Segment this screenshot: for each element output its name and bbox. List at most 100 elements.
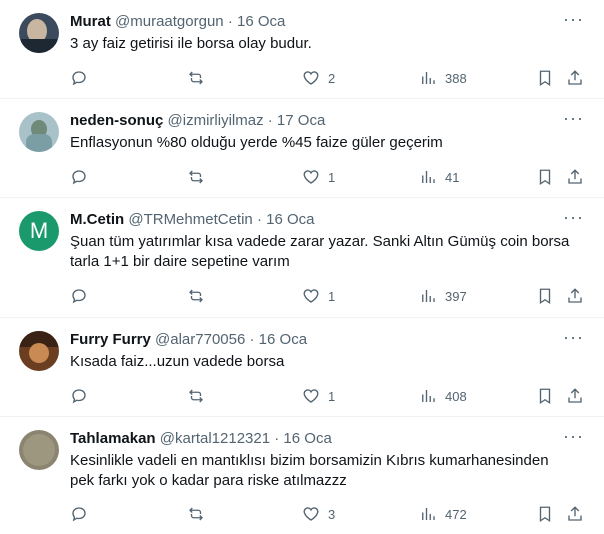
tweet-header: neden-sonuç @izmirliyilmaz · 17 Oca — [70, 111, 325, 131]
tweet-text: Şuan tüm yatırımlar kısa vadede zarar ya… — [70, 233, 570, 270]
reply-icon — [72, 389, 86, 404]
display-name[interactable]: Murat — [70, 13, 111, 30]
separator-dot: · — [274, 430, 280, 447]
bookmark-button[interactable] — [536, 286, 554, 306]
heart-icon — [303, 71, 319, 85]
view-count: 388 — [445, 70, 467, 86]
like-button[interactable]: 1 — [302, 286, 335, 306]
tweet-date[interactable]: 17 Oca — [277, 112, 325, 129]
user-handle[interactable]: @alar770056 — [155, 331, 245, 348]
tweet-item[interactable]: Tahlamakan @kartal1212321 · 16 Oca ··· K… — [0, 417, 604, 534]
tweet-date[interactable]: 16 Oca — [266, 211, 314, 228]
view-count: 397 — [445, 288, 467, 304]
reply-button[interactable] — [70, 386, 88, 406]
reply-button[interactable] — [70, 68, 88, 88]
tweet-item[interactable]: M M.Cetin @TRMehmetCetin · 16 Oca ··· Şu… — [0, 198, 604, 318]
views-button[interactable]: 388 — [419, 68, 467, 88]
display-name[interactable]: M.Cetin — [70, 211, 124, 228]
heart-icon — [303, 170, 319, 184]
like-count: 3 — [328, 506, 336, 522]
view-count: 472 — [445, 506, 467, 522]
user-handle[interactable]: @izmirliyilmaz — [168, 112, 264, 129]
tweet-actions: 1 408 — [70, 386, 590, 406]
tweet-item[interactable]: Furry Furry @alar770056 · 16 Oca ··· Kıs… — [0, 318, 604, 417]
like-count: 2 — [328, 70, 336, 86]
display-name[interactable]: Furry Furry — [70, 331, 151, 348]
tweet-header: Tahlamakan @kartal1212321 · 16 Oca — [70, 429, 332, 449]
user-handle[interactable]: @TRMehmetCetin — [128, 211, 252, 228]
share-button[interactable] — [566, 504, 584, 524]
reply-icon — [72, 289, 86, 304]
bookmark-icon — [539, 70, 551, 87]
bookmark-button[interactable] — [536, 68, 554, 88]
avatar[interactable] — [19, 430, 59, 470]
retweet-icon — [189, 170, 203, 184]
bookmark-button[interactable] — [536, 504, 554, 524]
retweet-button[interactable] — [187, 504, 205, 524]
share-button[interactable] — [566, 286, 584, 306]
separator-dot: · — [256, 211, 262, 228]
tweet-header: Furry Furry @alar770056 · 16 Oca — [70, 330, 307, 350]
like-button[interactable]: 3 — [302, 504, 335, 524]
display-name[interactable]: Tahlamakan — [70, 430, 156, 447]
analytics-icon — [422, 171, 435, 183]
display-name[interactable]: neden-sonuç — [70, 112, 163, 129]
retweet-button[interactable] — [187, 167, 205, 187]
user-handle[interactable]: @kartal1212321 — [160, 430, 270, 447]
retweet-button[interactable] — [187, 286, 205, 306]
tweet-actions: 1 397 — [70, 286, 590, 306]
avatar[interactable] — [19, 331, 59, 371]
tweet-date[interactable]: 16 Oca — [259, 331, 307, 348]
more-options-icon[interactable]: ··· — [563, 427, 584, 445]
tweet-text: 3 ay faiz getirisi ile borsa olay budur. — [70, 35, 312, 52]
tweet-text: Kısada faiz...uzun vadede borsa — [70, 353, 285, 370]
like-button[interactable]: 1 — [302, 167, 335, 187]
heart-icon — [303, 389, 319, 403]
retweet-icon — [189, 71, 203, 85]
tweet-date[interactable]: 16 Oca — [237, 13, 285, 30]
like-count: 1 — [328, 388, 336, 404]
bookmark-icon — [539, 288, 551, 305]
bookmark-icon — [539, 169, 551, 186]
share-button[interactable] — [566, 167, 584, 187]
analytics-icon — [422, 72, 435, 84]
bookmark-button[interactable] — [536, 167, 554, 187]
tweet-actions: 2 388 — [70, 68, 590, 88]
more-options-icon[interactable]: ··· — [563, 109, 584, 127]
reply-button[interactable] — [70, 167, 88, 187]
share-button[interactable] — [566, 68, 584, 88]
avatar[interactable]: M — [19, 211, 59, 251]
separator-dot: · — [249, 331, 255, 348]
more-options-icon[interactable]: ··· — [563, 328, 584, 346]
share-button[interactable] — [566, 386, 584, 406]
tweet-text: Enflasyonun %80 olduğu yerde %45 faize g… — [70, 134, 443, 151]
share-icon — [568, 288, 582, 303]
reply-button[interactable] — [70, 504, 88, 524]
retweet-button[interactable] — [187, 386, 205, 406]
user-handle[interactable]: @muraatgorgun — [115, 13, 224, 30]
like-button[interactable]: 2 — [302, 68, 335, 88]
like-button[interactable]: 1 — [302, 386, 335, 406]
retweet-button[interactable] — [187, 68, 205, 88]
bookmark-button[interactable] — [536, 386, 554, 406]
avatar[interactable] — [19, 13, 59, 53]
heart-icon — [303, 289, 319, 303]
analytics-icon — [422, 508, 435, 520]
tweet-item[interactable]: Murat @muraatgorgun · 16 Oca ··· 3 ay fa… — [0, 0, 604, 99]
more-options-icon[interactable]: ··· — [563, 10, 584, 28]
view-count: 41 — [445, 169, 460, 185]
reply-button[interactable] — [70, 286, 88, 306]
avatar[interactable] — [19, 112, 59, 152]
tweet-actions: 1 41 — [70, 167, 590, 187]
like-count: 1 — [328, 169, 336, 185]
views-button[interactable]: 472 — [419, 504, 467, 524]
like-count: 1 — [328, 288, 336, 304]
separator-dot: · — [267, 112, 273, 129]
views-button[interactable]: 397 — [419, 286, 467, 306]
views-button[interactable]: 408 — [419, 386, 467, 406]
tweet-header: Murat @muraatgorgun · 16 Oca — [70, 12, 285, 32]
tweet-date[interactable]: 16 Oca — [283, 430, 331, 447]
views-button[interactable]: 41 — [419, 167, 459, 187]
more-options-icon[interactable]: ··· — [563, 208, 584, 226]
tweet-item[interactable]: neden-sonuç @izmirliyilmaz · 17 Oca ··· … — [0, 99, 604, 198]
